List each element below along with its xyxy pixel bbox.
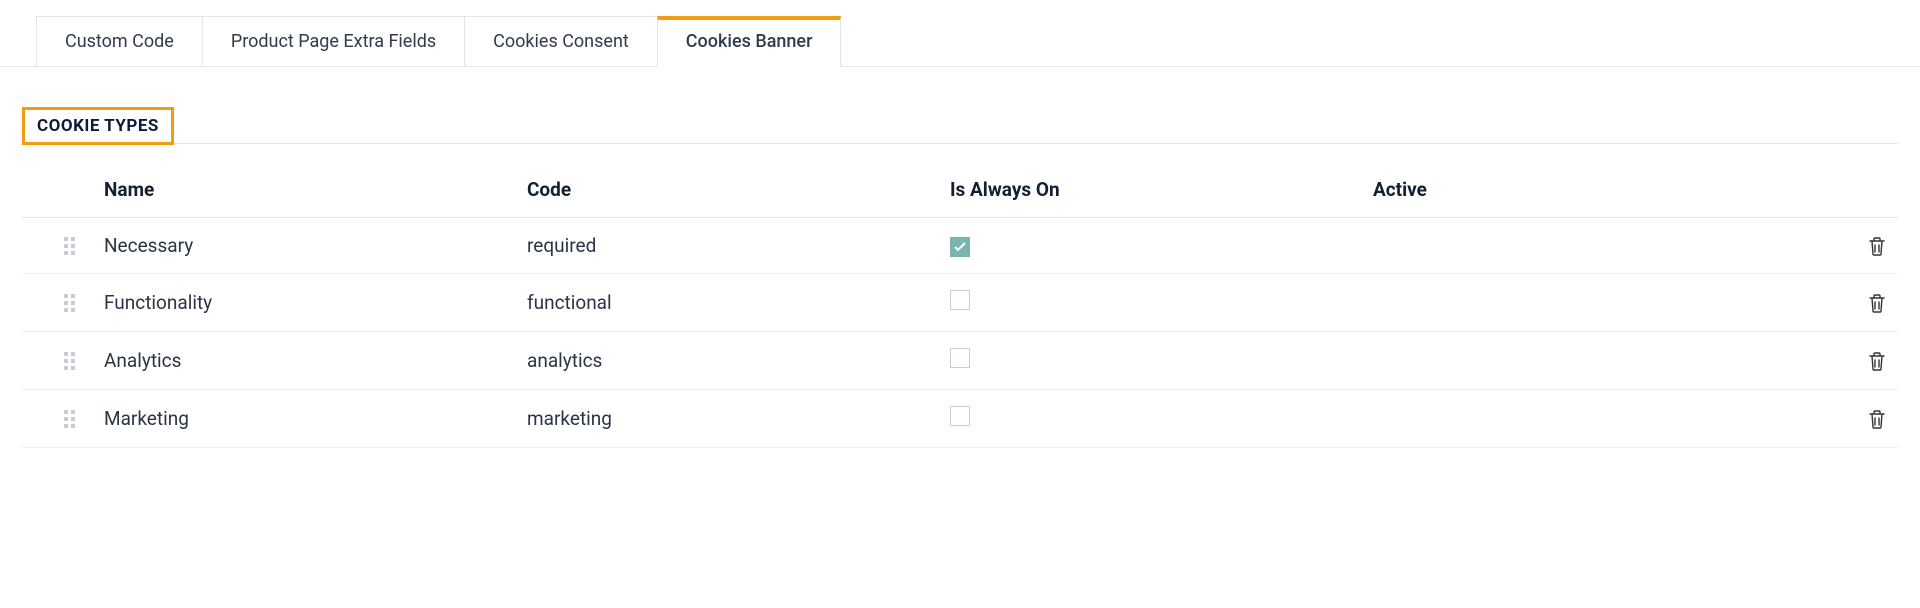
tab-bar: Custom Code Product Page Extra Fields Co… (0, 0, 1920, 67)
drag-handle-icon[interactable] (64, 294, 75, 312)
cell-code: marketing (527, 407, 950, 430)
drag-handle-icon[interactable] (64, 352, 75, 370)
cell-name: Analytics (104, 349, 527, 372)
tab-cookies-consent[interactable]: Cookies Consent (464, 16, 658, 66)
cell-name: Necessary (104, 234, 527, 257)
section-header: COOKIE TYPES (22, 107, 1898, 144)
table-row: Marketing marketing (22, 390, 1898, 448)
always-on-checkbox[interactable] (950, 406, 970, 426)
col-name: Name (104, 178, 527, 201)
col-active: Active (1373, 178, 1796, 201)
tab-product-page-extra-fields[interactable]: Product Page Extra Fields (202, 16, 465, 66)
tab-custom-code[interactable]: Custom Code (36, 16, 203, 66)
table-header: Name Code Is Always On Active (22, 162, 1898, 218)
always-on-checkbox[interactable] (950, 348, 970, 368)
drag-handle-icon[interactable] (64, 237, 75, 255)
cell-name: Functionality (104, 291, 527, 314)
tab-cookies-banner[interactable]: Cookies Banner (657, 16, 842, 66)
cell-name: Marketing (104, 407, 527, 430)
cookie-types-section: COOKIE TYPES Name Code Is Always On Acti… (0, 67, 1920, 448)
delete-icon[interactable] (1868, 409, 1886, 429)
delete-icon[interactable] (1868, 293, 1886, 313)
always-on-checkbox[interactable] (950, 290, 970, 310)
table-row: Analytics analytics (22, 332, 1898, 390)
cell-code: functional (527, 291, 950, 314)
cell-code: required (527, 234, 950, 257)
col-always-on: Is Always On (950, 178, 1373, 201)
section-title: COOKIE TYPES (22, 107, 174, 145)
delete-icon[interactable] (1868, 236, 1886, 256)
cookie-types-table: Name Code Is Always On Active Necessary … (22, 162, 1898, 448)
always-on-checkbox[interactable] (950, 237, 970, 257)
drag-handle-icon[interactable] (64, 410, 75, 428)
table-row: Necessary required (22, 218, 1898, 274)
cell-code: analytics (527, 349, 950, 372)
delete-icon[interactable] (1868, 351, 1886, 371)
table-row: Functionality functional (22, 274, 1898, 332)
col-code: Code (527, 178, 950, 201)
